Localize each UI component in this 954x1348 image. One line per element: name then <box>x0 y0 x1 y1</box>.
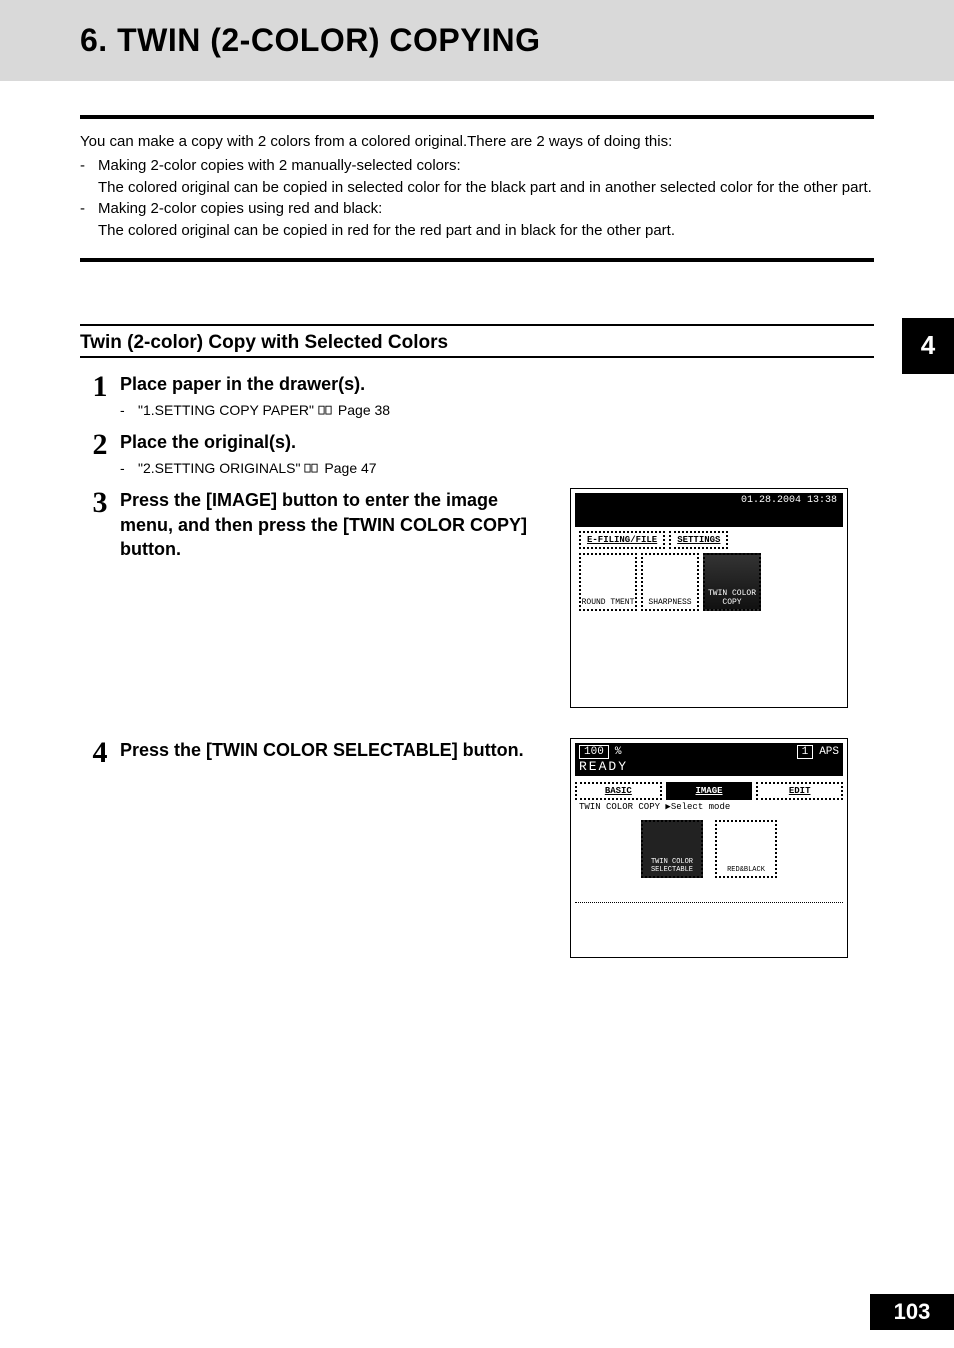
book-icon <box>318 402 334 418</box>
intro-item-body: Making 2-color copies using red and blac… <box>98 198 874 242</box>
step: 1 Place paper in the drawer(s). - "1.SET… <box>80 370 874 422</box>
breadcrumb-line: TWIN COLOR COPY ▶Select mode <box>575 800 843 814</box>
subheading-rule-bot <box>80 356 874 358</box>
step-number: 4 <box>80 736 120 768</box>
button-label: ROUND TMENT <box>582 598 635 607</box>
sharpness-button[interactable]: SHARPNESS <box>641 553 699 611</box>
intro-item: - Making 2-color copies using red and bl… <box>80 198 874 242</box>
twin-color-copy-button[interactable]: TWIN COLOR COPY <box>703 553 761 611</box>
step: 2 Place the original(s). - "2.SETTING OR… <box>80 428 874 480</box>
step-ref-text: "1.SETTING COPY PAPER" <box>138 402 314 418</box>
step-main: Press the [IMAGE] button to enter the im… <box>120 488 550 561</box>
percent-label: % <box>615 746 622 758</box>
step-main: Place the original(s). <box>120 430 874 454</box>
intro-item-text: The colored original can be copied in se… <box>98 179 872 196</box>
zoom-value: 100 <box>579 745 609 759</box>
page-number: 103 <box>870 1294 954 1330</box>
intro-item-head: Making 2-color copies with 2 manually-se… <box>98 157 461 174</box>
device-screen-twin-color: 100 % 1 APS READY BASIC IMAGE EDIT <box>570 738 848 958</box>
subheading-block: Twin (2-color) Copy with Selected Colors… <box>80 324 874 358</box>
step-ref: - "1.SETTING COPY PAPER" Page 38 <box>120 396 874 422</box>
step-main: Press the [TWIN COLOR SELECTABLE] button… <box>120 738 550 762</box>
title-bar: 6. TWIN (2-COLOR) COPYING <box>0 0 954 81</box>
page-title: 6. TWIN (2-COLOR) COPYING <box>80 22 954 59</box>
aps-label: APS <box>819 746 839 758</box>
screen-tabs: BASIC IMAGE EDIT <box>575 782 843 800</box>
intro-item-head: Making 2-color copies using red and blac… <box>98 200 382 217</box>
steps-list: 1 Place paper in the drawer(s). - "1.SET… <box>80 358 874 959</box>
tab-edit[interactable]: EDIT <box>756 782 843 800</box>
button-label: RED&BLACK <box>727 866 765 874</box>
round-tment-button[interactable]: ROUND TMENT <box>579 553 637 611</box>
ready-status: READY <box>579 759 839 774</box>
tab-basic[interactable]: BASIC <box>575 782 662 800</box>
intro-lead: You can make a copy with 2 colors from a… <box>80 131 874 153</box>
book-icon <box>304 460 320 476</box>
tab-settings[interactable]: SETTINGS <box>669 531 728 549</box>
intro-item-text: The colored original can be copied in re… <box>98 222 675 239</box>
dash-bullet: - <box>120 460 138 476</box>
step-ref-text: "2.SETTING ORIGINALS" <box>138 460 300 476</box>
step-ref-page: Page 38 <box>338 402 390 418</box>
intro-text: You can make a copy with 2 colors from a… <box>80 119 874 248</box>
chapter-tab: 4 <box>902 318 954 374</box>
step-body: Place the original(s). - "2.SETTING ORIG… <box>120 428 874 480</box>
step-body: Place paper in the drawer(s). - "1.SETTI… <box>120 370 874 422</box>
button-label: TWIN COLOR COPY <box>705 589 759 607</box>
dash-bullet: - <box>120 402 138 418</box>
step-main: Place paper in the drawer(s). <box>120 372 874 396</box>
red-black-button[interactable]: RED&BLACK <box>715 820 777 878</box>
button-label: SHARPNESS <box>648 598 691 607</box>
dotted-rule <box>575 902 843 903</box>
device-screen-image-menu: 01.28.2004 13:38 E-FILING/FILE SETTINGS … <box>570 488 848 708</box>
screen-header: 01.28.2004 13:38 <box>575 493 843 527</box>
document-page: 6. TWIN (2-COLOR) COPYING You can make a… <box>0 0 954 1348</box>
rule-bot <box>80 258 874 262</box>
screen-datetime: 01.28.2004 13:38 <box>741 495 837 506</box>
step-number: 1 <box>80 370 120 422</box>
tab-efiling[interactable]: E-FILING/FILE <box>579 531 665 549</box>
step-ref-page: Page 47 <box>324 460 376 476</box>
step-with-figure: 3 Press the [IMAGE] button to enter the … <box>80 486 874 708</box>
screen-tabs: E-FILING/FILE SETTINGS <box>575 527 843 553</box>
content-area: You can make a copy with 2 colors from a… <box>0 115 954 958</box>
step-number: 3 <box>80 486 120 561</box>
button-label: TWIN COLOR SELECTABLE <box>643 858 701 874</box>
step-number: 2 <box>80 428 120 480</box>
screen-button-row: TWIN COLOR SELECTABLE RED&BLACK <box>575 820 843 878</box>
dash-bullet: - <box>80 198 98 242</box>
step-ref: - "2.SETTING ORIGINALS" Page 47 <box>120 454 874 480</box>
intro-item-body: Making 2-color copies with 2 manually-se… <box>98 155 874 199</box>
tab-image[interactable]: IMAGE <box>666 782 753 800</box>
subheading: Twin (2-color) Copy with Selected Colors <box>80 326 874 356</box>
copies-value: 1 <box>797 745 814 759</box>
twin-color-selectable-button[interactable]: TWIN COLOR SELECTABLE <box>641 820 703 878</box>
step-with-figure: 4 Press the [TWIN COLOR SELECTABLE] butt… <box>80 736 874 958</box>
intro-item: - Making 2-color copies with 2 manually-… <box>80 155 874 199</box>
screen-header: 100 % 1 APS READY <box>575 743 843 776</box>
screen-button-row: ROUND TMENT SHARPNESS TWIN COLOR COPY <box>575 553 843 611</box>
dash-bullet: - <box>80 155 98 199</box>
